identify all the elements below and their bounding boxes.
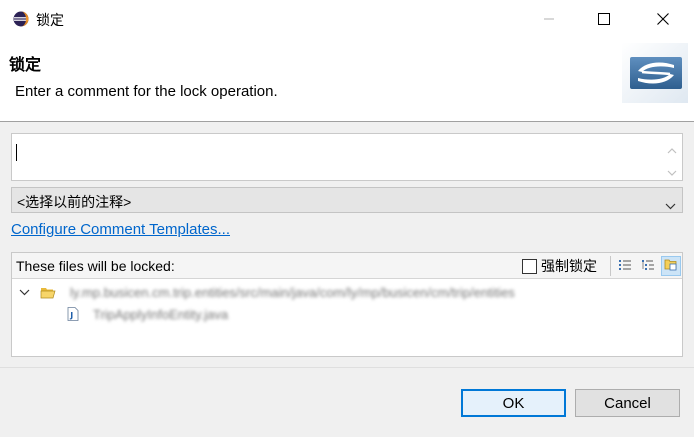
- svn-banner-icon: [622, 43, 688, 103]
- force-lock-label: 强制锁定: [541, 258, 597, 274]
- eclipse-icon: [13, 11, 29, 27]
- previous-comments-select[interactable]: <选择以前的注释>: [11, 187, 683, 213]
- flat-list-icon: [618, 258, 632, 275]
- close-button[interactable]: [634, 0, 692, 38]
- files-toolbar: These files will be locked: 强制锁定: [12, 253, 682, 279]
- configure-templates-link[interactable]: Configure Comment Templates...: [11, 221, 230, 238]
- title-bar: 锁定: [0, 0, 694, 38]
- tree-folder-row[interactable]: ly.mp.busicen.cm.trip.entities/src/main/…: [12, 281, 515, 303]
- minimize-icon: [543, 13, 555, 25]
- chevron-down-icon[interactable]: [19, 289, 33, 296]
- cancel-button[interactable]: Cancel: [575, 389, 680, 417]
- text-caret: [16, 144, 17, 161]
- compressed-folders-icon: [664, 258, 678, 275]
- folder-path-label: ly.mp.busicen.cm.trip.entities/src/main/…: [70, 284, 515, 300]
- svg-text:J: J: [69, 311, 73, 320]
- maximize-button[interactable]: [575, 0, 633, 38]
- files-panel: These files will be locked: 强制锁定 ly.mp.b…: [11, 252, 683, 357]
- files-label: These files will be locked:: [16, 258, 175, 274]
- checkbox-icon[interactable]: [522, 258, 537, 274]
- chevron-down-icon: [665, 197, 676, 214]
- compressed-folders-button[interactable]: [661, 256, 681, 276]
- toolbar-divider: [610, 256, 611, 276]
- tree-file-row[interactable]: J TripApplyInfoEntity.java: [12, 303, 228, 325]
- open-folder-icon: [40, 286, 58, 299]
- window-title: 锁定: [36, 12, 64, 28]
- close-icon: [657, 13, 669, 25]
- dialog-footer: OK Cancel: [0, 367, 694, 437]
- dialog-header: 锁定 Enter a comment for the lock operatio…: [0, 38, 694, 122]
- minimize-button[interactable]: [520, 0, 578, 38]
- tree-view-icon: [641, 258, 655, 275]
- dialog-title: 锁定: [9, 57, 42, 74]
- file-name-label: TripApplyInfoEntity.java: [93, 306, 229, 322]
- maximize-icon: [598, 13, 610, 25]
- scroll-up-icon[interactable]: [667, 142, 677, 154]
- previous-comments-value: <选择以前的注释>: [17, 194, 132, 210]
- ok-button[interactable]: OK: [461, 389, 566, 417]
- scroll-down-icon[interactable]: [667, 164, 677, 176]
- java-file-icon: J: [67, 307, 81, 321]
- tree-view-button[interactable]: [638, 256, 658, 276]
- flat-list-button[interactable]: [615, 256, 635, 276]
- dialog-content: <选择以前的注释> Configure Comment Templates...…: [0, 122, 694, 367]
- dialog-message: Enter a comment for the lock operation.: [15, 83, 278, 100]
- force-lock-checkbox[interactable]: 强制锁定: [522, 257, 597, 275]
- comment-field[interactable]: [11, 133, 683, 181]
